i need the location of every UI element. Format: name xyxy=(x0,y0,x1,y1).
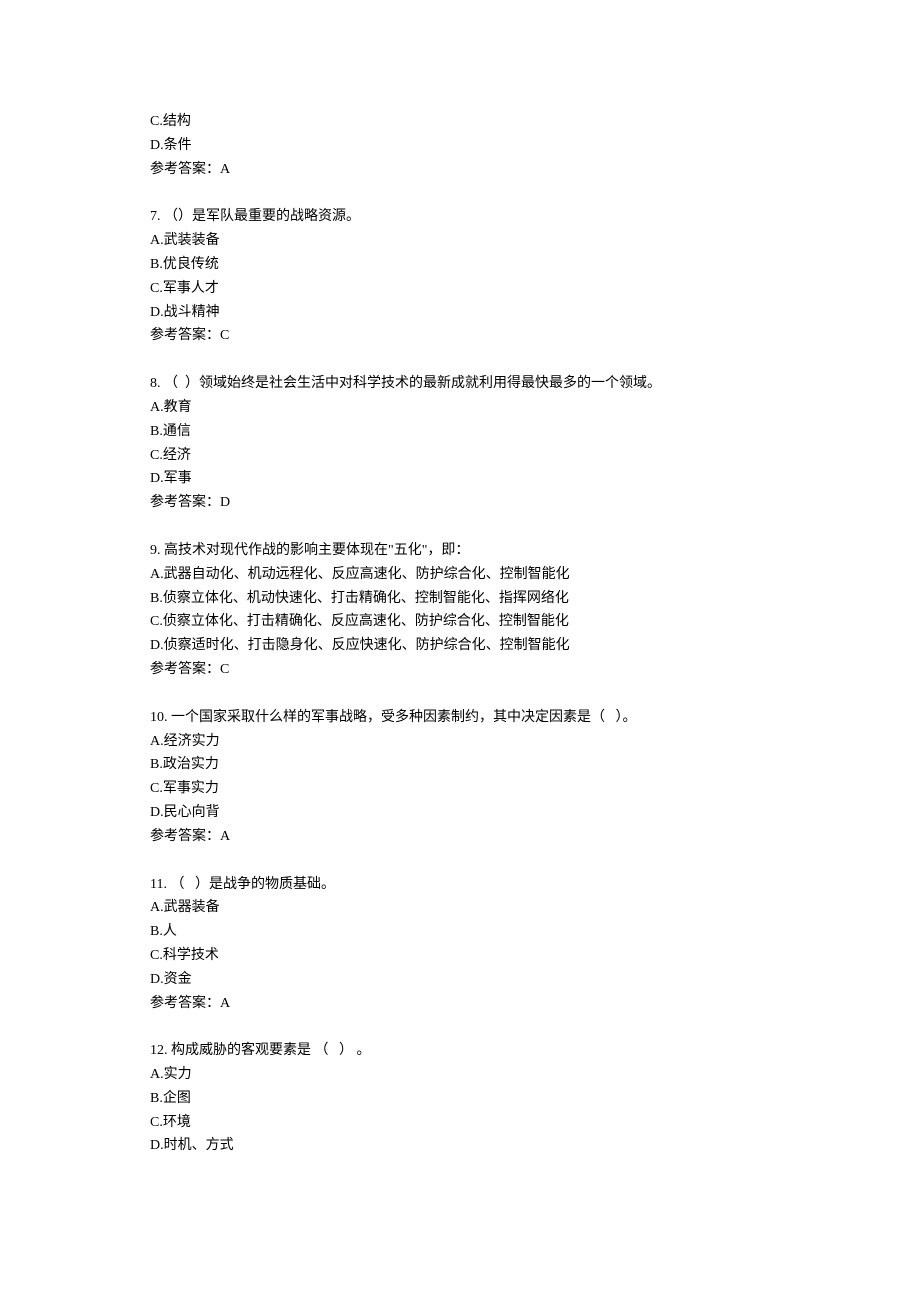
option-text: B.优良传统 xyxy=(150,253,770,277)
answer-text: 参考答案：A xyxy=(150,158,770,182)
answer-text: 参考答案：C xyxy=(150,324,770,348)
answer-text: 参考答案：D xyxy=(150,491,770,515)
partial-question-block: C.结构 D.条件 参考答案：A xyxy=(150,110,770,181)
option-text: B.通信 xyxy=(150,420,770,444)
option-text: A.武器装备 xyxy=(150,896,770,920)
option-text: C.经济 xyxy=(150,444,770,468)
question-stem: 8. （ ）领域始终是社会生活中对科学技术的最新成就利用得最快最多的一个领域。 xyxy=(150,372,770,396)
answer-text: 参考答案：A xyxy=(150,992,770,1016)
option-text: D.条件 xyxy=(150,134,770,158)
option-text: A.教育 xyxy=(150,396,770,420)
option-text: C.侦察立体化、打击精确化、反应高速化、防护综合化、控制智能化 xyxy=(150,610,770,634)
question-block-7: 7. （）是军队最重要的战略资源。 A.武装装备 B.优良传统 C.军事人才 D… xyxy=(150,205,770,348)
option-text: C.结构 xyxy=(150,110,770,134)
option-text: C.环境 xyxy=(150,1111,770,1135)
option-text: B.企图 xyxy=(150,1087,770,1111)
option-text: B.政治实力 xyxy=(150,753,770,777)
question-block-12: 12. 构成威胁的客观要素是 （ ） 。 A.实力 B.企图 C.环境 D.时机… xyxy=(150,1039,770,1158)
option-text: A.武装装备 xyxy=(150,229,770,253)
option-text: D.民心向背 xyxy=(150,801,770,825)
option-text: C.科学技术 xyxy=(150,944,770,968)
question-stem: 11. （ ）是战争的物质基础。 xyxy=(150,873,770,897)
answer-text: 参考答案：A xyxy=(150,825,770,849)
option-text: C.军事人才 xyxy=(150,277,770,301)
option-text: C.军事实力 xyxy=(150,777,770,801)
question-block-9: 9. 高技术对现代作战的影响主要体现在"五化"，即： A.武器自动化、机动远程化… xyxy=(150,539,770,682)
question-stem: 7. （）是军队最重要的战略资源。 xyxy=(150,205,770,229)
option-text: B.侦察立体化、机动快速化、打击精确化、控制智能化、指挥网络化 xyxy=(150,587,770,611)
option-text: B.人 xyxy=(150,920,770,944)
option-text: D.军事 xyxy=(150,467,770,491)
option-text: D.战斗精神 xyxy=(150,301,770,325)
answer-text: 参考答案：C xyxy=(150,658,770,682)
option-text: A.武器自动化、机动远程化、反应高速化、防护综合化、控制智能化 xyxy=(150,563,770,587)
question-stem: 10. 一个国家采取什么样的军事战略，受多种因素制约，其中决定因素是（ ）。 xyxy=(150,706,770,730)
question-stem: 12. 构成威胁的客观要素是 （ ） 。 xyxy=(150,1039,770,1063)
question-stem: 9. 高技术对现代作战的影响主要体现在"五化"，即： xyxy=(150,539,770,563)
option-text: D.侦察适时化、打击隐身化、反应快速化、防护综合化、控制智能化 xyxy=(150,634,770,658)
option-text: A.实力 xyxy=(150,1063,770,1087)
question-block-10: 10. 一个国家采取什么样的军事战略，受多种因素制约，其中决定因素是（ ）。 A… xyxy=(150,706,770,849)
option-text: A.经济实力 xyxy=(150,730,770,754)
option-text: D.资金 xyxy=(150,968,770,992)
option-text: D.时机、方式 xyxy=(150,1134,770,1158)
question-block-8: 8. （ ）领域始终是社会生活中对科学技术的最新成就利用得最快最多的一个领域。 … xyxy=(150,372,770,515)
question-block-11: 11. （ ）是战争的物质基础。 A.武器装备 B.人 C.科学技术 D.资金 … xyxy=(150,873,770,1016)
document-page: C.结构 D.条件 参考答案：A 7. （）是军队最重要的战略资源。 A.武装装… xyxy=(0,0,920,1302)
